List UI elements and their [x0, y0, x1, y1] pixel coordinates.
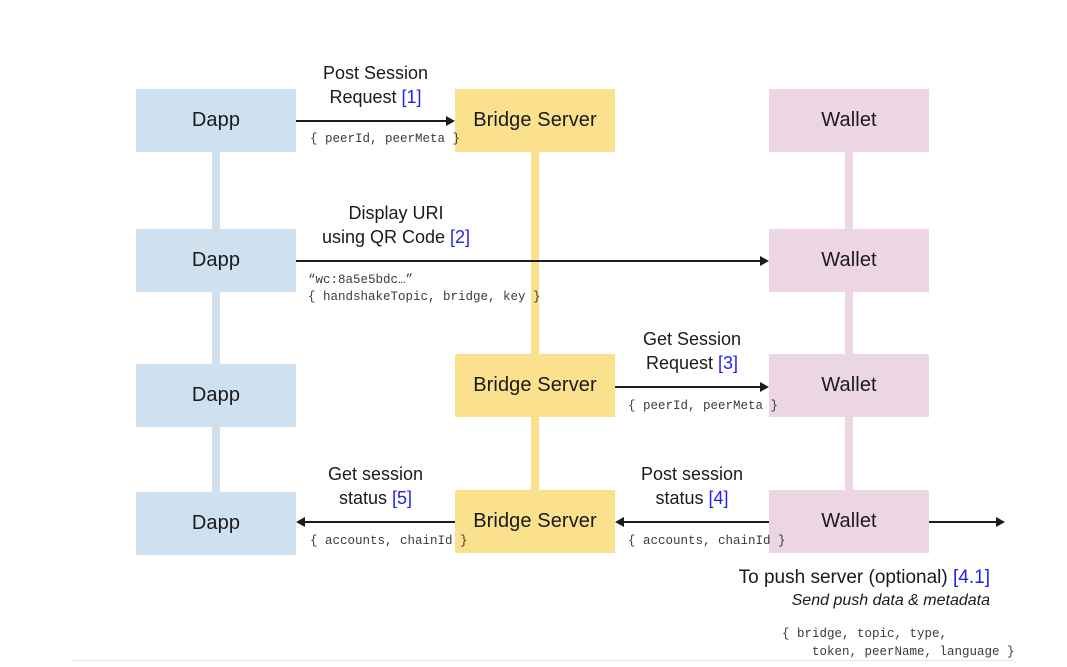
- actor-box-dapp-row4[interactable]: Dapp: [136, 492, 296, 555]
- actor-label: Bridge Server: [473, 109, 597, 131]
- message-line-2: Request [3]: [645, 353, 739, 373]
- actor-label: Dapp: [191, 512, 241, 534]
- actor-box-wallet-row4[interactable]: Wallet: [769, 490, 929, 553]
- actor-box-dapp-row1[interactable]: Dapp: [136, 89, 296, 152]
- message-label-post-session-status: Post session status [4]: [615, 462, 769, 510]
- actor-box-bridge-row4[interactable]: Bridge Server: [455, 490, 615, 553]
- message-label-get-session-status: Get session status [5]: [296, 462, 455, 510]
- lifeline-dapp-2: [212, 292, 220, 366]
- payload-get-session-status: { accounts, chainId }: [310, 534, 468, 548]
- message-label-post-session-request: Post Session Request [1]: [296, 61, 455, 109]
- actor-label: Wallet: [821, 510, 877, 532]
- lifeline-dapp-1: [212, 152, 220, 232]
- arrow-get-session-status: [305, 521, 455, 523]
- actor-label: Dapp: [191, 249, 241, 271]
- actor-box-bridge-row3[interactable]: Bridge Server: [455, 354, 615, 417]
- push-server-note-title: To push server (optional) [4.1]: [738, 567, 990, 588]
- lifeline-bridge-2: [531, 417, 539, 493]
- actor-label: Bridge Server: [473, 374, 597, 396]
- payload-get-session-request: { peerId, peerMeta }: [628, 399, 779, 413]
- actor-label: Wallet: [821, 109, 877, 131]
- arrow-head-right-1: [446, 116, 455, 126]
- arrow-head-right-2: [760, 256, 769, 266]
- arrow-display-uri-qr: [296, 260, 760, 262]
- push-server-note: To push server (optional) [4.1] Send pus…: [640, 566, 990, 612]
- actor-box-dapp-row2[interactable]: Dapp: [136, 229, 296, 292]
- message-line-2: Request [1]: [329, 87, 422, 107]
- push-server-note-subtitle: Send push data & metadata: [791, 592, 990, 609]
- step-number: [5]: [392, 488, 413, 508]
- actor-label: Bridge Server: [473, 510, 597, 532]
- lifeline-wallet-2: [845, 292, 853, 354]
- lifeline-dapp-3: [212, 427, 220, 499]
- message-line-1: Post Session: [322, 63, 429, 83]
- payload-push-server: { bridge, topic, type, token, peerName, …: [782, 627, 1015, 659]
- message-line-1: Display URI: [348, 203, 444, 223]
- message-label-get-session-request: Get Session Request [3]: [615, 327, 769, 375]
- message-line-1: Post session: [640, 464, 744, 484]
- step-number: [2]: [450, 227, 471, 247]
- message-line-1: Get Session: [642, 329, 742, 349]
- lifeline-wallet-1: [845, 152, 853, 232]
- actor-label: Dapp: [191, 384, 241, 406]
- step-number: [1]: [401, 87, 422, 107]
- arrow-head-right-3: [760, 382, 769, 392]
- actor-box-bridge-row1[interactable]: Bridge Server: [455, 89, 615, 152]
- message-line-2: using QR Code [2]: [321, 227, 471, 247]
- lifeline-bridge-1: [531, 152, 539, 354]
- payload-post-session-status: { accounts, chainId }: [628, 534, 786, 548]
- arrow-head-right-push: [996, 517, 1005, 527]
- sequence-diagram: Dapp Bridge Server Wallet Post Session R…: [0, 0, 1067, 667]
- message-line-2: status [5]: [338, 488, 413, 508]
- actor-box-wallet-row1[interactable]: Wallet: [769, 89, 929, 152]
- step-number: [3]: [718, 353, 739, 373]
- actor-box-dapp-row3[interactable]: Dapp: [136, 364, 296, 427]
- arrow-head-left-5: [296, 517, 305, 527]
- arrow-get-session-request: [615, 386, 760, 388]
- message-line-1: Get session: [327, 464, 424, 484]
- payload-post-session-request: { peerId, peerMeta }: [310, 132, 461, 146]
- message-label-display-uri-qr: Display URI using QR Code [2]: [296, 201, 496, 249]
- step-number: [4]: [708, 488, 729, 508]
- actor-label: Dapp: [191, 109, 241, 131]
- actor-label: Wallet: [821, 249, 877, 271]
- actor-box-wallet-row2[interactable]: Wallet: [769, 229, 929, 292]
- message-line-2: status [4]: [655, 488, 729, 508]
- payload-display-uri-qr: “wc:8a5e5bdc…” { handshakeTopic, bridge,…: [308, 273, 541, 304]
- arrow-push-server: [929, 521, 996, 523]
- arrow-head-left-4: [615, 517, 624, 527]
- bottom-divider: [72, 660, 1013, 661]
- lifeline-wallet-3: [845, 417, 853, 493]
- arrow-post-session-status: [624, 521, 769, 523]
- step-number: [4.1]: [953, 567, 990, 588]
- arrow-post-session-request: [296, 120, 446, 122]
- actor-label: Wallet: [821, 374, 877, 396]
- actor-box-wallet-row3[interactable]: Wallet: [769, 354, 929, 417]
